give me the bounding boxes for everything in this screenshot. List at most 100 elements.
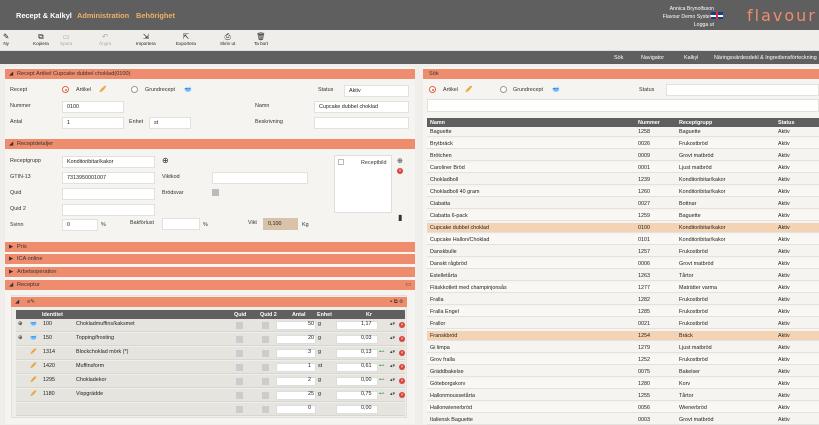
importera-button[interactable]: ⇲ Importera [136,32,156,46]
delete-circle-icon[interactable]: ⊗ [399,299,403,305]
reorder-arrows-icon[interactable]: ▴▾ [390,321,395,327]
link-icon[interactable]: ⊷ [379,349,384,355]
exportera-button[interactable]: ⇱ Exportera [176,32,196,46]
quid-checkbox[interactable] [236,364,243,371]
quid2-input[interactable] [62,204,155,216]
nav-behorighet[interactable]: Behörighet [136,11,175,20]
quid2-checkbox[interactable] [262,364,269,371]
antal-input[interactable]: 1 [62,117,124,129]
bakforlust-input[interactable] [162,218,200,230]
remove-row-icon[interactable]: × [399,322,405,328]
remove-row-icon[interactable]: × [399,364,405,370]
table-row[interactable]: Danskbulle 1257 Frukostbröd Aktiv [427,247,819,258]
remove-row-icon[interactable]: × [399,350,405,356]
table-row[interactable]: Fläskkotlett med champinjonsås 1277 Maträt… [427,283,819,294]
quid2-checkbox[interactable] [262,336,269,343]
table-row[interactable]: Ciabatta 6-pack 1259 Baguette Aktiv [427,211,819,222]
table-row[interactable]: Chokladboll 1239 Konditoribitar/kakor Aktiv [427,175,819,186]
receptur-row[interactable]: 0 0,00 [16,403,405,416]
beskrivning-input[interactable] [314,117,409,129]
nummer-input[interactable]: 0100 [62,101,124,113]
table-row[interactable]: Cupcake Hallon/Choklad 0101 Konditoribitar… [427,235,819,246]
quid2-checkbox[interactable] [262,322,269,329]
image-frame[interactable]: Receptbild [334,155,392,213]
table-row[interactable]: Franskbröd 1254 Bräck Aktiv [427,331,819,342]
table-row[interactable]: Baguette 1258 Baguette Aktiv [427,127,819,138]
remove-row-icon[interactable]: × [399,392,405,398]
edit-list-icon[interactable]: ≡✎ [27,299,35,305]
reorder-arrows-icon[interactable]: ▴▾ [390,335,395,341]
quid2-checkbox[interactable] [262,406,269,413]
table-row[interactable]: Gi limpa 1279 Ljust matbröd Aktiv [427,343,819,354]
table-row[interactable]: Cupcake dubbel choklad 0100 Konditoribitar… [427,223,819,234]
receptur-row[interactable]: 🥖 1295 Chokladekor 2 g 0,00 ⊷ ▴▾ × [16,375,405,388]
col-namn[interactable]: Namn [430,120,445,126]
table-row[interactable]: Göteborgskorv 1280 Korv Aktiv [427,379,819,390]
ica-online-header[interactable]: ▶ ICA online [5,254,415,264]
quid-checkbox[interactable] [236,322,243,329]
table-row[interactable]: Danskt rågbröd 0006 Grovt matbröd Aktiv [427,259,819,270]
viktkod-input[interactable] [212,172,308,184]
status-select[interactable]: Aktiv [344,85,409,97]
table-row[interactable]: Fralla Engel 1285 Frukostbröd Aktiv [427,307,819,318]
search-artikel-radio[interactable] [429,86,436,93]
svinn-input[interactable]: 0 [62,219,98,231]
table-row[interactable]: Grov fralla 1252 Frukostbröd Aktiv [427,355,819,366]
nav-administration[interactable]: Administration [77,11,129,20]
table-row[interactable]: Hallonwienerbröd 0056 Wienerbröd Aktiv [427,403,819,414]
reorder-arrows-icon[interactable]: ▴▾ [390,377,395,383]
pris-header[interactable]: ▶ Pris [5,242,415,252]
remove-image-icon[interactable]: × [397,168,403,174]
reorder-arrows-icon[interactable]: ▴▾ [390,363,395,369]
add-group-icon[interactable]: ⊕ [162,156,169,165]
quid-checkbox[interactable] [236,336,243,343]
logout-link[interactable]: Logga ut [663,21,714,29]
receptur-row[interactable]: ⊕ 🥣 100 Chokladmuffins/kaksmet 50 g 1,17 ▴▾ × [16,319,405,332]
table-row[interactable]: Hallonmoussetårta 1255 Tårtor Aktiv [427,391,819,402]
receptur-header[interactable]: ◢ Receptur ▭ [5,280,415,290]
copy-icon[interactable]: ⧉ [394,299,398,305]
col-nummer[interactable]: Nummer [638,120,660,126]
table-row[interactable]: Fralla 1282 Frukostbröd Aktiv [427,295,819,306]
subnav-sok[interactable]: Sök [614,55,623,61]
receptur-row[interactable]: 🥖 1420 Muffinsform 1 st 0,61 ⊷ ▴▾ × [16,361,405,374]
doc-icon[interactable]: ▪ [390,299,392,305]
table-row[interactable]: Brytbräck 0026 Frukostbröd Aktiv [427,139,819,150]
quid-checkbox[interactable] [236,406,243,413]
ny-button[interactable]: ✎ Ny [3,32,9,46]
quid-checkbox[interactable] [236,378,243,385]
col-status[interactable]: Status [778,120,794,126]
quid2-checkbox[interactable] [262,378,269,385]
search-grundrecept-radio[interactable] [500,86,507,93]
remove-row-icon[interactable]: × [399,378,405,384]
link-icon[interactable]: ⊷ [379,363,384,369]
table-row[interactable]: Frallor 0021 Frukostbröd Aktiv [427,319,819,330]
grundrecept-radio[interactable] [131,86,138,93]
uk-flag-icon[interactable] [711,12,723,19]
subnav-kalkyl[interactable]: Kalkyl [684,55,698,61]
quid-input[interactable] [62,188,155,200]
add-image-icon[interactable]: ⊕ [397,157,403,165]
quid-checkbox[interactable] [236,392,243,399]
zoom-icon[interactable]: ⊕ [18,335,23,341]
subnav-naringsvarde[interactable]: Näringsvärdesdekl & Ingrediensförtecknin… [714,55,819,61]
document-icon[interactable]: ▮ [398,213,402,222]
nav-recept-kalkyl[interactable]: Recept & Kalkyl [16,11,72,20]
receptdetaljer-header[interactable]: ◢ Receptdetaljer [5,139,415,149]
window-icon[interactable]: ▭ [405,280,411,290]
remove-row-icon[interactable]: × [399,336,405,342]
table-row[interactable]: Gräddbakelse 0075 Bakelser Aktiv [427,367,819,378]
quid2-checkbox[interactable] [262,392,269,399]
table-row[interactable]: Estelletårta 1263 Tårtor Aktiv [427,271,819,282]
reorder-arrows-icon[interactable]: ▴▾ [390,391,395,397]
receptur-row[interactable]: ⊕ 🥣 150 Topping/frosting 20 g 0,03 ▴▾ × [16,333,405,346]
ta-bort-button[interactable]: 🗑 Ta bort [254,32,268,46]
recipe-header[interactable]: ◢ Recept Artikel Cupcake dubbel choklad(0… [5,69,415,79]
reorder-arrows-icon[interactable]: ▴▾ [390,349,395,355]
link-icon[interactable]: ⊷ [379,377,384,383]
receptgrupp-input[interactable]: Konditoribitar/kakor [62,156,155,168]
zoom-icon[interactable]: ⊕ [18,321,23,327]
arbetsoperation-header[interactable]: ▶ Arbetsoperation [5,267,415,277]
quid-checkbox[interactable] [236,350,243,357]
table-row[interactable]: Brötchen 0009 Grovt matbröd Aktiv [427,151,819,162]
